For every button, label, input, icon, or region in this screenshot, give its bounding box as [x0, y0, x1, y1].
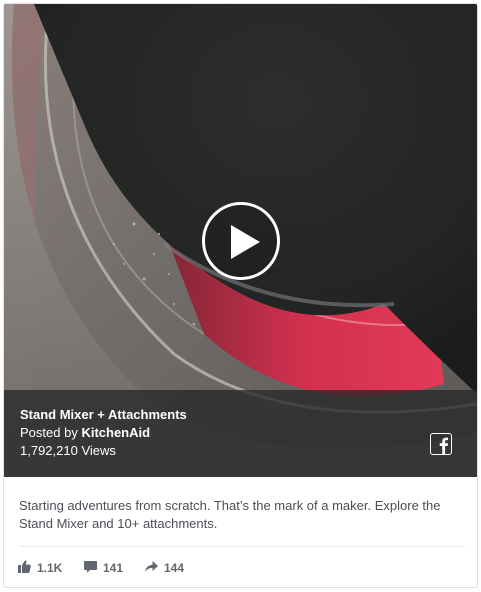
like-count[interactable]: 1.1K	[18, 558, 68, 578]
author-link[interactable]: KitchenAid	[81, 425, 150, 440]
posted-by-label: Posted by	[20, 425, 82, 440]
play-icon	[231, 225, 260, 259]
divider	[19, 546, 465, 547]
like-count-text: 1.1K	[37, 561, 63, 575]
play-button[interactable]	[202, 202, 280, 280]
share-arrow-icon	[145, 561, 158, 572]
posted-by-line: Posted by KitchenAid	[20, 425, 150, 441]
share-count[interactable]: 144	[145, 558, 190, 578]
video-player[interactable]: Stand Mixer + Attachments Posted by Kitc…	[4, 4, 477, 477]
post-description: Starting adventures from scratch. That’s…	[19, 498, 441, 531]
facebook-logo-icon[interactable]	[430, 433, 452, 455]
share-count-text: 144	[164, 561, 185, 575]
view-count: 1,792,210 Views	[20, 443, 116, 458]
video-title[interactable]: Stand Mixer + Attachments	[20, 407, 187, 423]
comment-icon	[84, 561, 97, 573]
video-post-card: Stand Mixer + Attachments Posted by Kitc…	[3, 3, 478, 588]
thumbs-up-icon	[18, 560, 31, 573]
comment-count[interactable]: 141	[84, 558, 129, 578]
comment-count-text: 141	[103, 561, 124, 575]
video-info-overlay: Stand Mixer + Attachments Posted by Kitc…	[4, 390, 477, 477]
